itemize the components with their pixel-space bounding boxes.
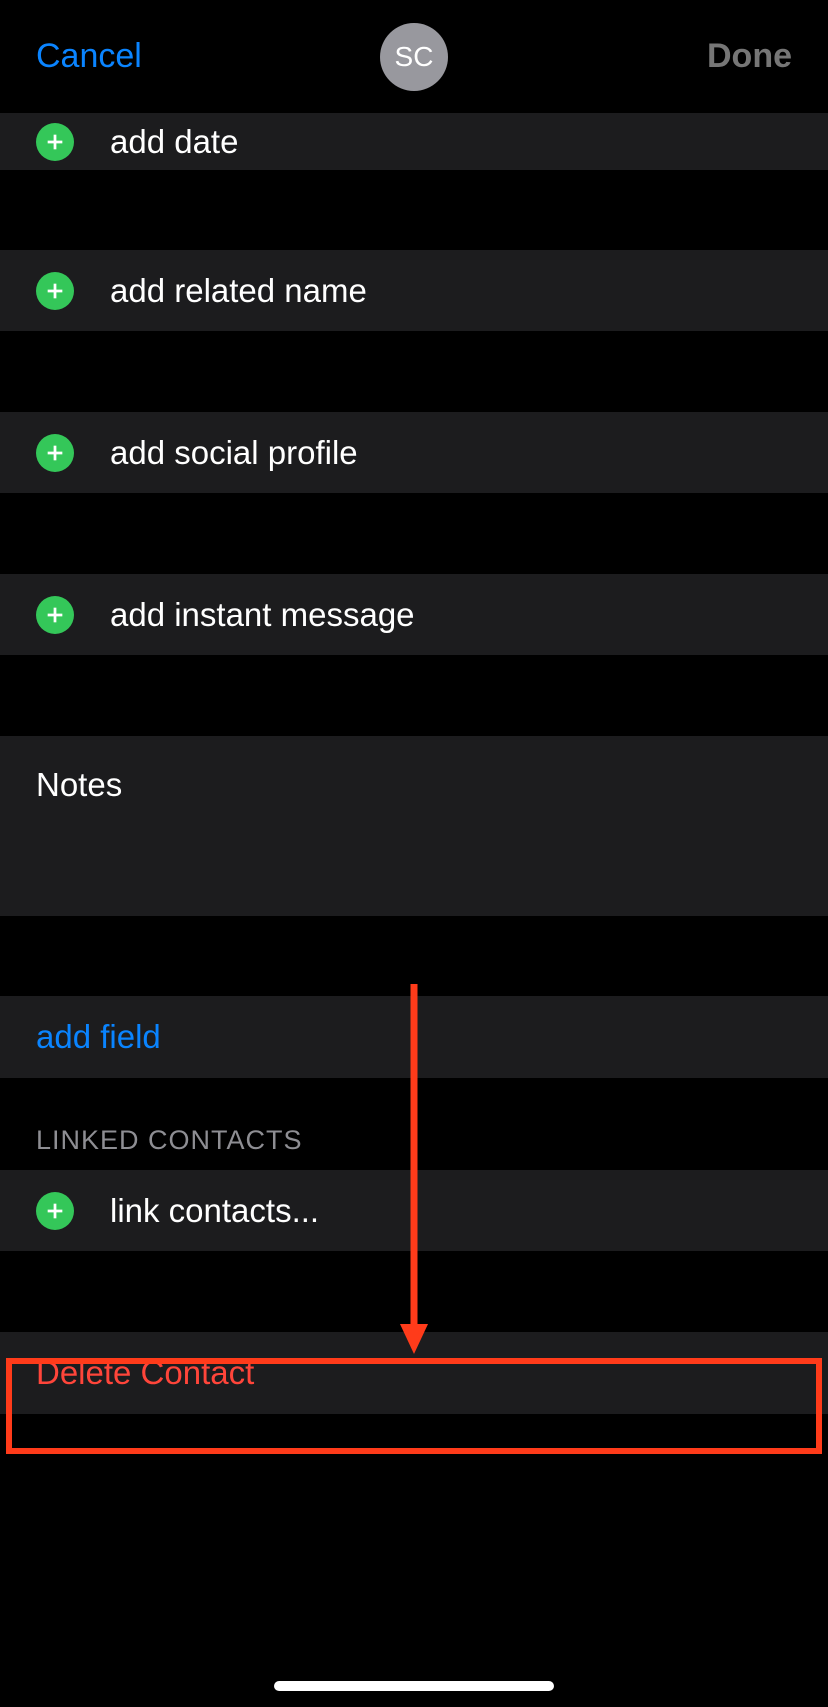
add-related-name-label: add related name	[110, 272, 367, 310]
delete-contact-row[interactable]: Delete Contact	[0, 1332, 828, 1414]
add-instant-message-label: add instant message	[110, 596, 415, 634]
notes-label: Notes	[36, 766, 122, 803]
contact-avatar[interactable]: SC	[380, 23, 448, 91]
add-date-row[interactable]: add date	[0, 113, 828, 170]
cancel-button[interactable]: Cancel	[36, 37, 142, 76]
notes-field[interactable]: Notes	[0, 736, 828, 916]
plus-icon[interactable]	[36, 1192, 74, 1230]
add-social-profile-label: add social profile	[110, 434, 358, 472]
done-button[interactable]: Done	[707, 37, 792, 76]
spacer	[0, 494, 828, 574]
edit-contact-header: Cancel SC Done	[0, 0, 828, 113]
spacer	[0, 332, 828, 412]
spacer	[0, 916, 828, 996]
plus-icon[interactable]	[36, 123, 74, 161]
add-date-label: add date	[110, 123, 238, 161]
plus-icon[interactable]	[36, 596, 74, 634]
plus-icon[interactable]	[36, 272, 74, 310]
add-field-row[interactable]: add field	[0, 996, 828, 1078]
delete-contact-label: Delete Contact	[36, 1354, 254, 1392]
spacer	[0, 1252, 828, 1332]
plus-icon[interactable]	[36, 434, 74, 472]
add-instant-message-row[interactable]: add instant message	[0, 574, 828, 656]
home-indicator[interactable]	[274, 1681, 554, 1691]
link-contacts-label: link contacts...	[110, 1192, 319, 1230]
add-social-profile-row[interactable]: add social profile	[0, 412, 828, 494]
spacer	[0, 170, 828, 250]
linked-contacts-section-header: LINKED CONTACTS	[0, 1078, 828, 1170]
linked-contacts-label: LINKED CONTACTS	[36, 1125, 303, 1156]
add-related-name-row[interactable]: add related name	[0, 250, 828, 332]
avatar-initials: SC	[395, 41, 434, 73]
add-field-label: add field	[36, 1018, 161, 1056]
link-contacts-row[interactable]: link contacts...	[0, 1170, 828, 1252]
spacer	[0, 656, 828, 736]
